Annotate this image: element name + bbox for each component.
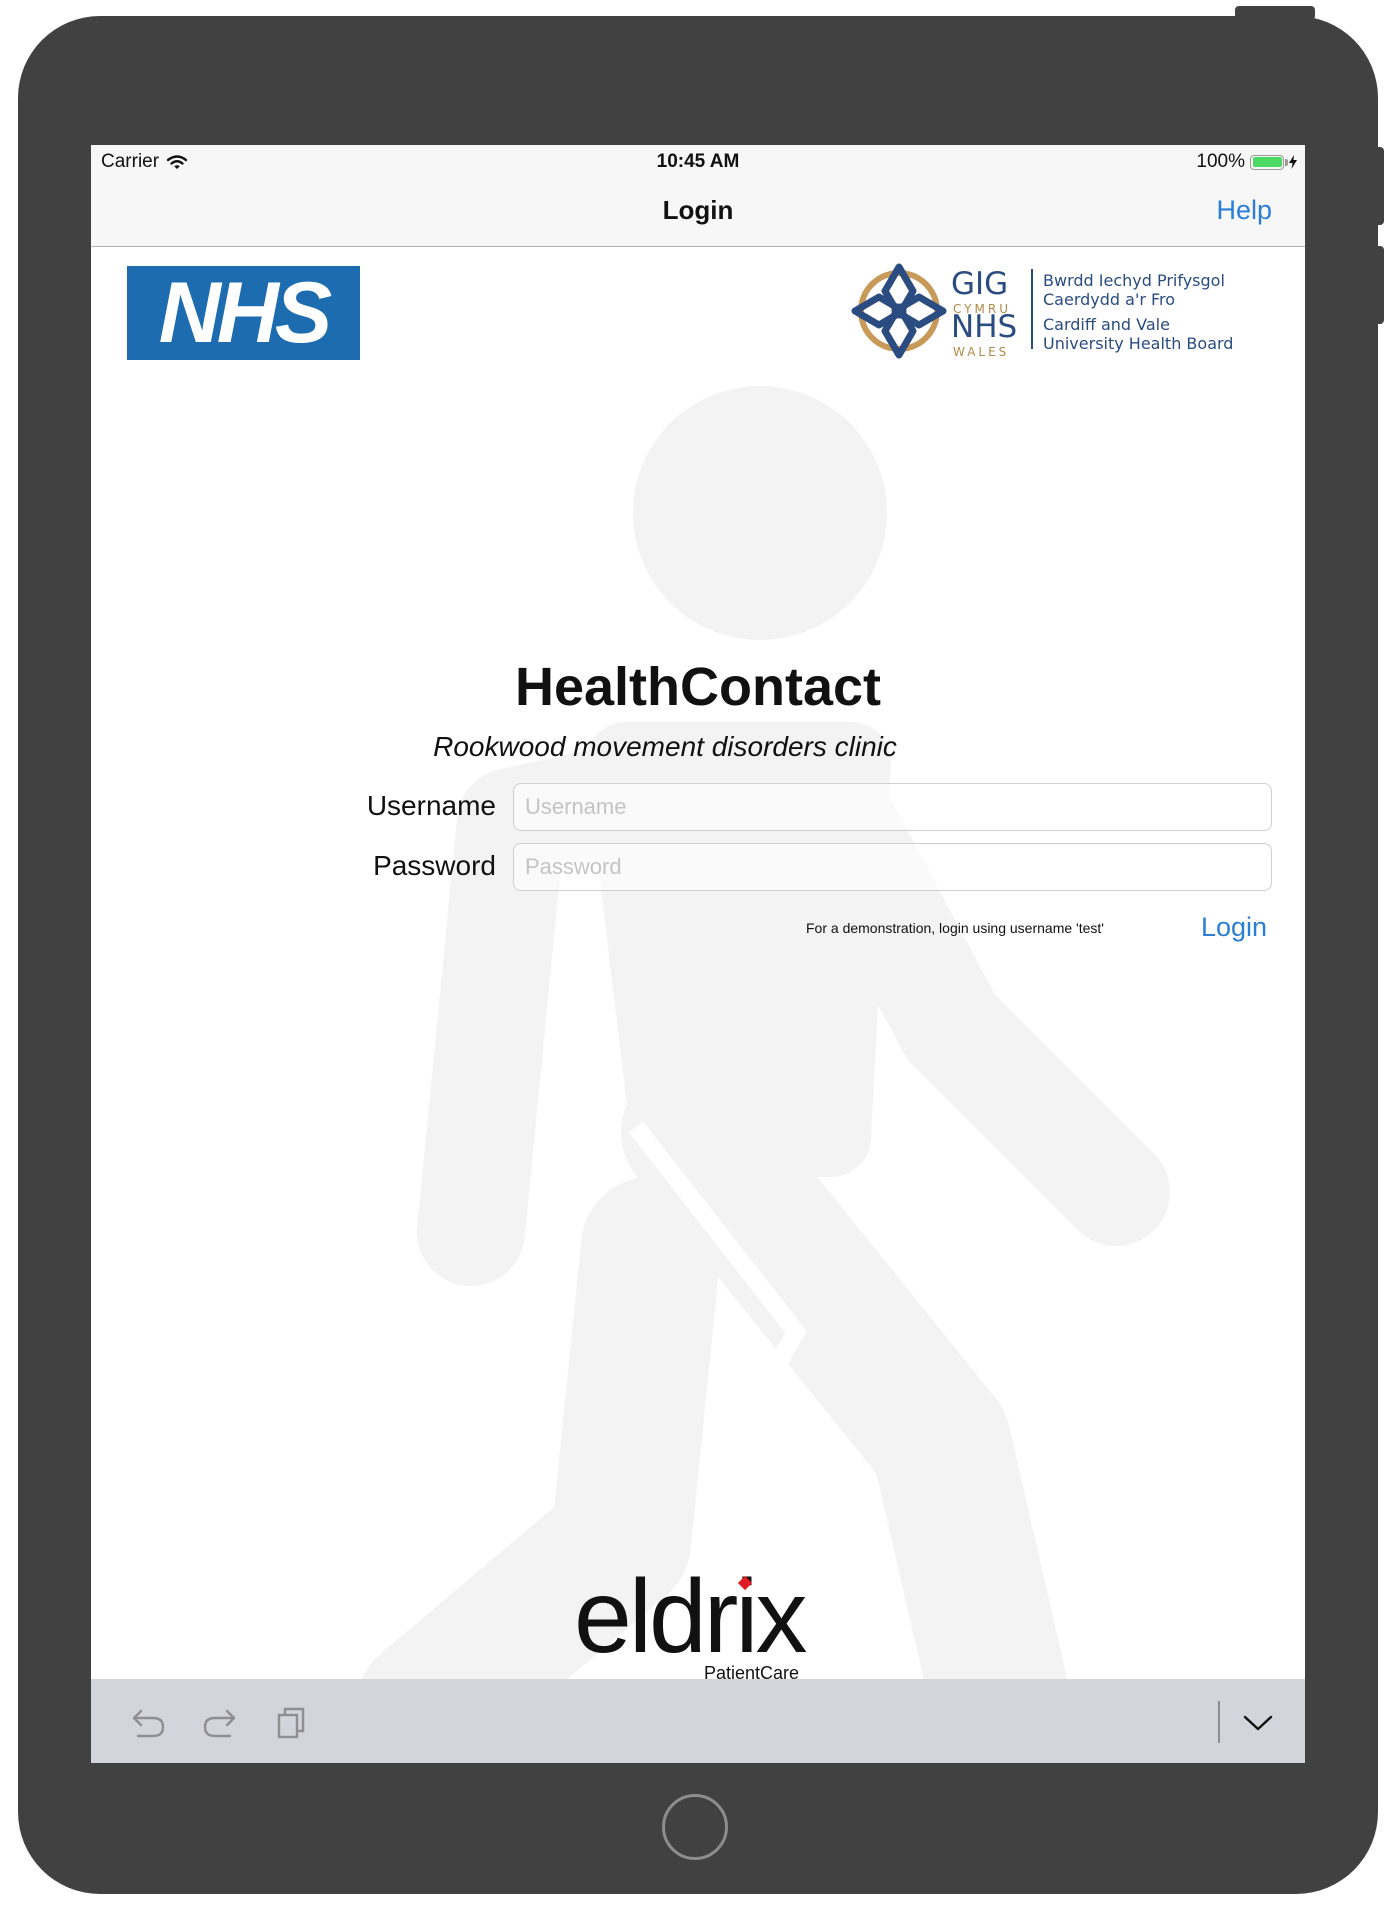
health-board-logo: GIG CYMRU NHS WALES Bwrdd Iechyd Prifysg… <box>849 261 1249 361</box>
help-button[interactable]: Help <box>1216 195 1272 226</box>
demo-instructions: For a demonstration, login using usernam… <box>806 920 1104 936</box>
paste-icon[interactable] <box>273 1703 311 1741</box>
screen: Carrier 10:45 AM 100% Login Help NHS GIG… <box>91 145 1305 1763</box>
username-label: Username <box>366 790 496 821</box>
celtic-knot-icon <box>851 263 947 359</box>
nhs-wales-label: NHS <box>951 309 1018 345</box>
keyboard-accessory-bar <box>91 1679 1305 1763</box>
eldrix-subtitle: PatientCare <box>704 1663 800 1679</box>
health-board-line: Caerdydd a'r Fro <box>1043 290 1176 309</box>
health-board-line: Bwrdd Iechyd Prifysgol <box>1043 271 1225 290</box>
wales-label: WALES <box>953 345 1010 359</box>
status-time: 10:45 AM <box>656 151 740 172</box>
redo-icon[interactable] <box>201 1703 239 1741</box>
password-label: Password <box>373 850 496 881</box>
walking-person-icon <box>362 386 1170 1679</box>
app-title: HealthContact <box>514 657 882 717</box>
accessory-divider <box>1218 1701 1220 1743</box>
login-content: NHS GIG CYMRU NHS WALES Bwrdd Iechyd Pri… <box>91 247 1305 1679</box>
gig-label: GIG <box>951 266 1009 302</box>
logo-divider <box>1031 269 1033 349</box>
battery-tip <box>1285 158 1288 166</box>
battery-level-fill <box>1252 157 1282 167</box>
eldrix-logo: eldrix PatientCare <box>574 1575 834 1679</box>
health-board-line: Cardiff and Vale <box>1043 315 1170 334</box>
chevron-down-icon[interactable] <box>1239 1703 1277 1741</box>
nhs-logo-text: NHS <box>158 265 333 361</box>
battery-group: 100% <box>1196 151 1297 173</box>
navigation-bar: Login Help <box>91 177 1305 247</box>
app-subtitle: Rookwood movement disorders clinic <box>433 731 897 762</box>
undo-icon[interactable] <box>129 1703 167 1741</box>
eldrix-wordmark: eldrix <box>574 1575 808 1675</box>
page-title: Login <box>662 195 734 225</box>
username-field[interactable] <box>513 783 1272 831</box>
nhs-logo: NHS <box>127 266 360 360</box>
status-bar: Carrier 10:45 AM 100% <box>91 145 1305 177</box>
health-board-name: Bwrdd Iechyd Prifysgol Caerdydd a'r Fro … <box>1043 271 1233 353</box>
home-button[interactable] <box>662 1794 728 1860</box>
health-board-line: University Health Board <box>1043 334 1234 353</box>
battery-percent: 100% <box>1196 151 1245 172</box>
bolt-icon <box>1289 155 1297 169</box>
battery-icon <box>1250 154 1288 170</box>
login-button[interactable]: Login <box>1201 912 1267 943</box>
password-field[interactable] <box>513 843 1272 891</box>
